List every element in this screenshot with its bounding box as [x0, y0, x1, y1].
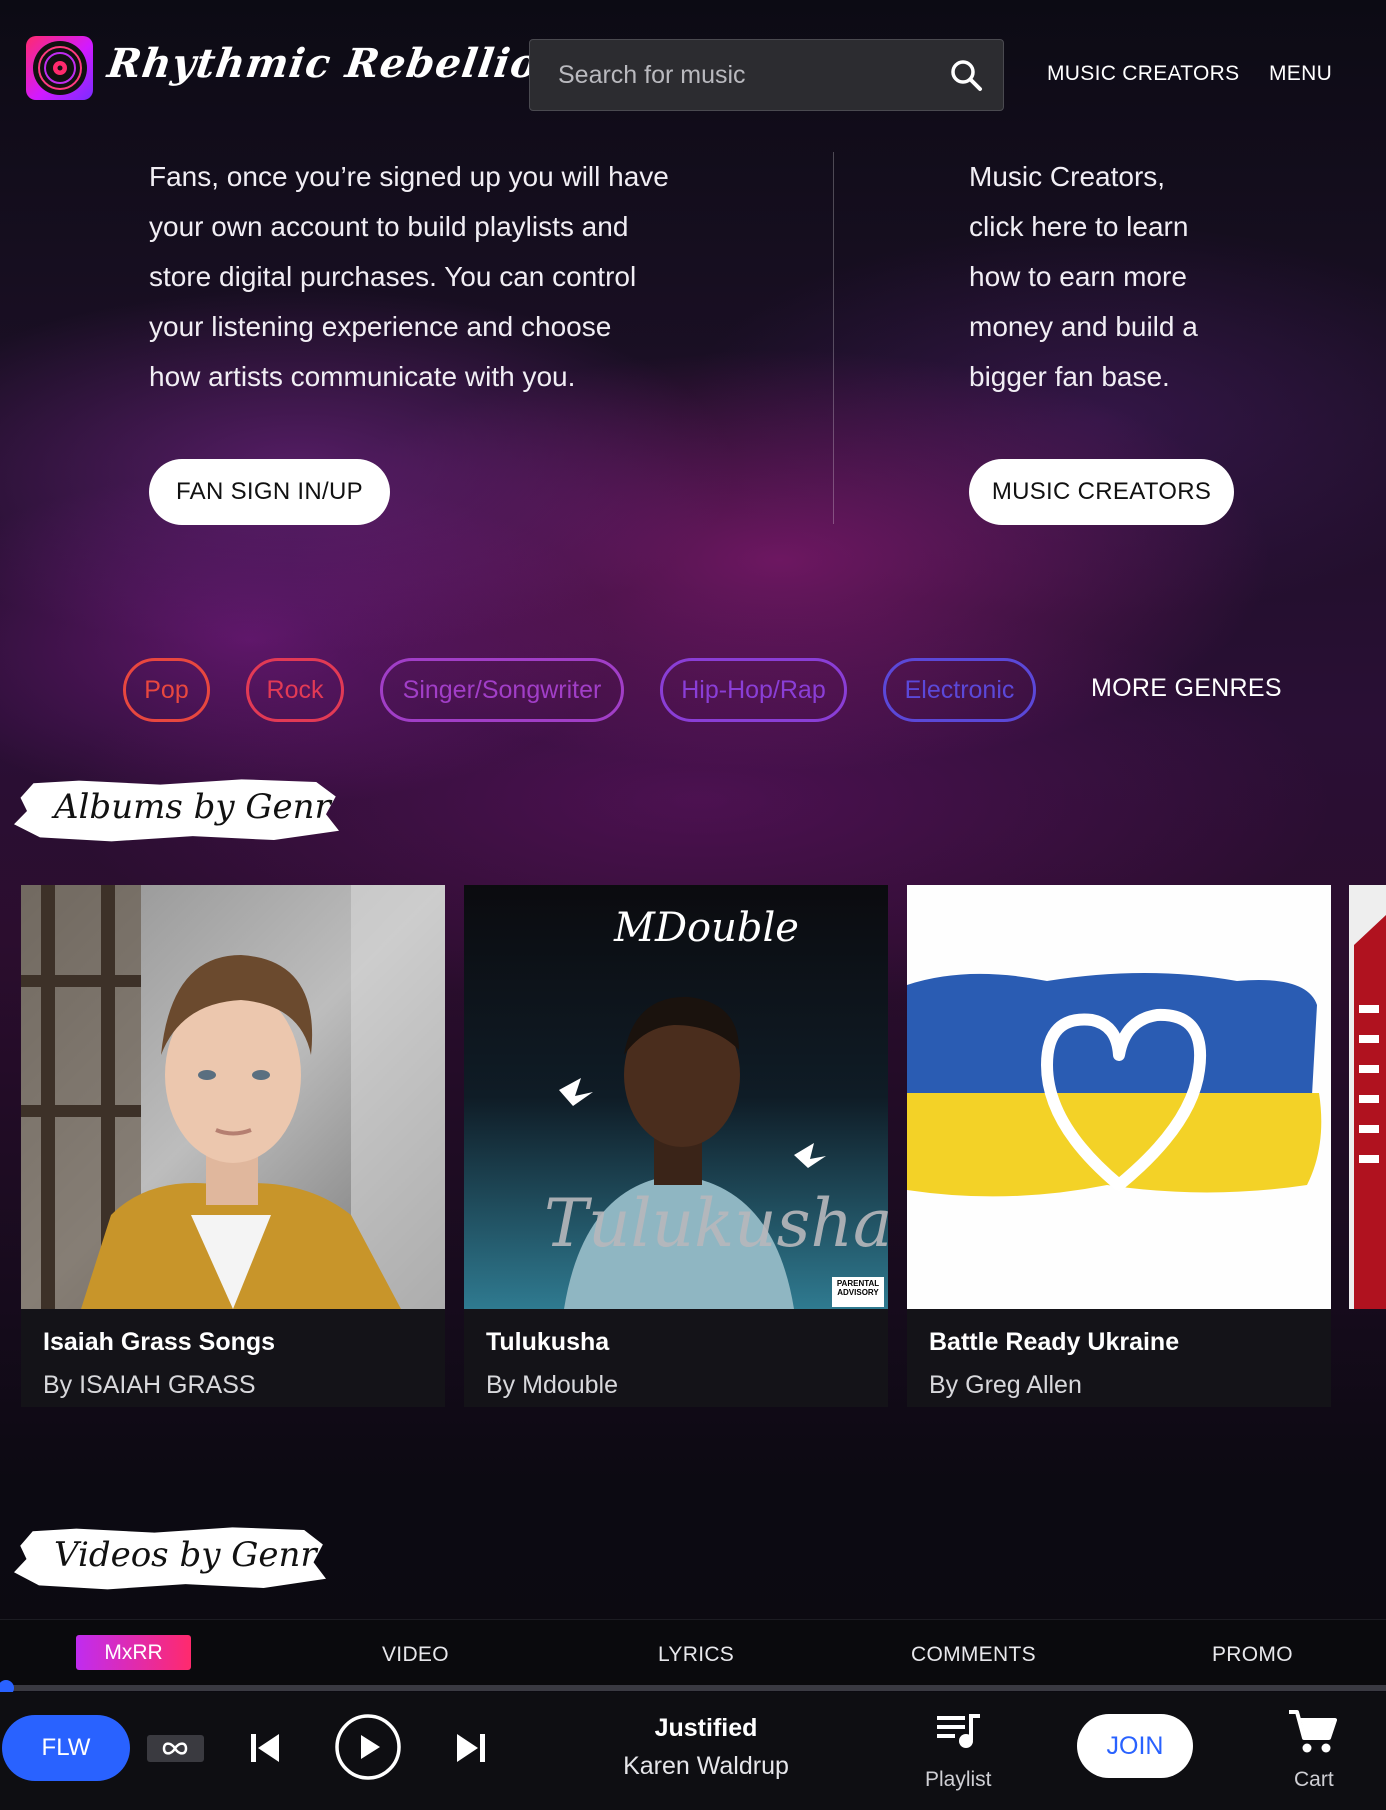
creators-line: money and build a — [969, 311, 1198, 342]
now-playing-title[interactable]: Justified — [580, 1714, 832, 1743]
fan-sign-in-button[interactable]: FAN SIGN IN/UP — [149, 459, 390, 525]
player-controls: FLW Justified Karen Waldrup Playlist JOI… — [0, 1692, 1386, 1810]
genre-singer-songwriter[interactable]: Singer/Songwriter — [380, 658, 624, 722]
cart-icon[interactable] — [1287, 1708, 1337, 1756]
album-art-tulukusha[interactable]: MDouble Tulukusha PARENTAL ADVISORY — [464, 885, 888, 1309]
progress-bar[interactable] — [0, 1685, 1386, 1691]
album-artist[interactable]: By ISAIAH GRASS — [43, 1371, 256, 1400]
search-box — [529, 39, 1004, 111]
genre-pop[interactable]: Pop — [123, 658, 210, 722]
album-card[interactable]: Battle Ready Ukraine By Greg Allen — [907, 885, 1331, 1407]
music-creators-button[interactable]: MUSIC CREATORS — [969, 459, 1234, 525]
fans-line: store digital purchases. You can control — [149, 261, 637, 292]
album-art-isaiah-grass[interactable] — [21, 885, 445, 1309]
fans-line: how artists communicate with you. — [149, 361, 576, 392]
tab-comments[interactable]: COMMENTS — [911, 1643, 1036, 1667]
fans-description: Fans, once you’re signed up you will hav… — [149, 152, 709, 402]
loop-button[interactable] — [147, 1735, 204, 1762]
next-track-icon[interactable] — [454, 1731, 488, 1765]
player-tab-bar: MxRR VIDEO LYRICS COMMENTS PROMO — [0, 1619, 1386, 1688]
search-icon[interactable] — [949, 58, 983, 92]
art-text-mdouble: MDouble — [614, 905, 799, 951]
tab-lyrics[interactable]: LYRICS — [658, 1643, 734, 1667]
album-card[interactable]: Isaiah Grass Songs By ISAIAH GRASS — [21, 885, 445, 1407]
nav-music-creators[interactable]: MUSIC CREATORS — [1047, 62, 1239, 86]
creators-line: click here to learn — [969, 211, 1189, 242]
logo-wordmark[interactable]: Rhythmic Rebellion — [105, 40, 572, 87]
more-genres-link[interactable]: MORE GENRES — [1091, 674, 1282, 703]
parental-advisory-badge: PARENTAL ADVISORY — [832, 1277, 884, 1307]
flw-button[interactable]: FLW — [2, 1715, 130, 1781]
genre-hip-hop-rap[interactable]: Hip-Hop/Rap — [660, 658, 847, 722]
nav-menu[interactable]: MENU — [1269, 62, 1332, 86]
album-card-partial[interactable] — [1349, 885, 1386, 1309]
genre-rock[interactable]: Rock — [246, 658, 344, 722]
tab-promo[interactable]: PROMO — [1212, 1643, 1293, 1667]
previous-track-icon[interactable] — [248, 1731, 282, 1765]
album-title[interactable]: Isaiah Grass Songs — [43, 1328, 275, 1357]
logo-icon[interactable] — [26, 36, 93, 100]
art-text-tulukusha: Tulukusha — [544, 1185, 888, 1262]
creators-line: bigger fan base. — [969, 361, 1170, 392]
play-icon[interactable] — [334, 1713, 402, 1781]
site-header: Rhythmic Rebellion MUSIC CREATORS MENU — [0, 0, 1386, 150]
playlist-label[interactable]: Playlist — [925, 1768, 992, 1792]
creators-line: Music Creators, — [969, 161, 1166, 192]
join-button[interactable]: JOIN — [1077, 1714, 1193, 1778]
search-input[interactable] — [558, 40, 938, 110]
page: Rhythmic Rebellion MUSIC CREATORS MENU F… — [0, 0, 1386, 1810]
creators-line: how to earn more — [969, 261, 1187, 292]
album-artist[interactable]: By Greg Allen — [929, 1371, 1082, 1400]
album-card[interactable]: MDouble Tulukusha PARENTAL ADVISORY Tulu… — [464, 885, 888, 1407]
album-artist[interactable]: By Mdouble — [486, 1371, 618, 1400]
tab-video[interactable]: VIDEO — [382, 1643, 449, 1667]
infinity-icon — [162, 1742, 188, 1755]
cart-label[interactable]: Cart — [1294, 1768, 1334, 1792]
fans-line: your own account to build playlists and — [149, 211, 629, 242]
creators-description: Music Creators, click here to learn how … — [969, 152, 1289, 402]
album-title[interactable]: Tulukusha — [486, 1328, 609, 1357]
genre-electronic[interactable]: Electronic — [883, 658, 1036, 722]
tab-mxrr[interactable]: MxRR — [76, 1635, 191, 1670]
videos-by-genre-heading: Videos by Genre — [14, 1527, 326, 1590]
albums-heading-text: Albums by Genre — [54, 787, 351, 827]
fans-line: Fans, once you’re signed up you will hav… — [149, 161, 669, 192]
videos-heading-text: Videos by Genre — [54, 1535, 337, 1575]
now-playing-artist[interactable]: Karen Waldrup — [580, 1752, 832, 1781]
albums-by-genre-heading: Albums by Genre — [14, 779, 339, 842]
hero-divider — [833, 152, 834, 524]
album-art-battle-ready-ukraine[interactable] — [907, 885, 1331, 1309]
playlist-icon[interactable] — [935, 1710, 983, 1752]
album-title[interactable]: Battle Ready Ukraine — [929, 1328, 1179, 1357]
fans-line: your listening experience and choose — [149, 311, 612, 342]
